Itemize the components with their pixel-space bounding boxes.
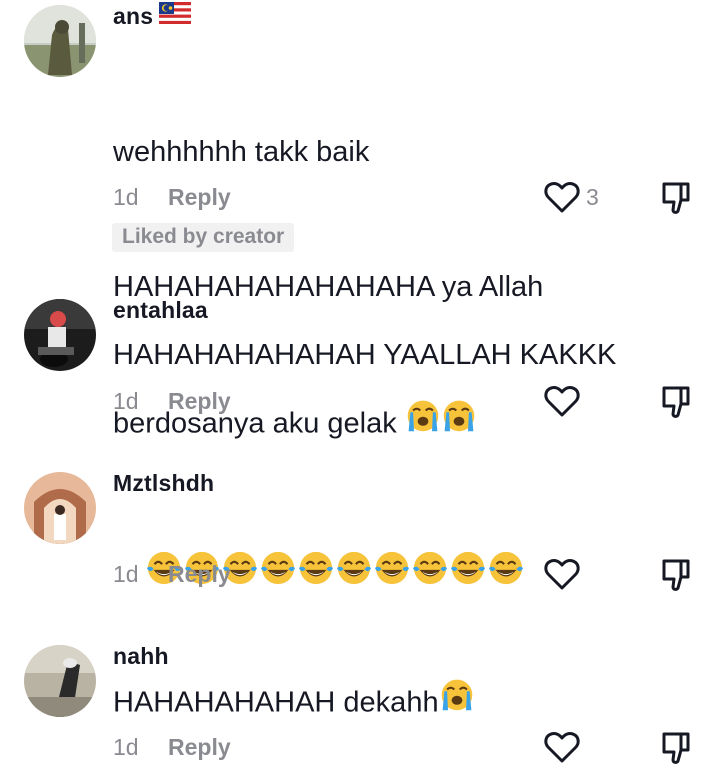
- comment-text: HAHAHAHAHAH dekahh: [113, 679, 673, 729]
- face-with-tears-of-joy-icon: [411, 549, 449, 601]
- heart-icon[interactable]: [541, 381, 585, 421]
- timestamp: 1d: [113, 388, 139, 414]
- timestamp: 1d: [113, 184, 139, 210]
- face-with-tears-of-joy-icon: [449, 549, 487, 601]
- dislike-icon[interactable]: [656, 382, 696, 422]
- comment-meta: 1d Reply: [113, 734, 231, 761]
- comment-text: HAHAHAHAHAHAH YAALLAH KAKKK: [113, 339, 617, 371]
- malaysia-flag-icon: [159, 1, 192, 30]
- face-with-tears-of-joy-icon: [297, 549, 335, 601]
- reply-button[interactable]: Reply: [168, 561, 231, 587]
- liked-by-creator-badge: Liked by creator: [112, 223, 295, 252]
- face-with-tears-of-joy-icon: [487, 549, 525, 601]
- dislike-icon[interactable]: [656, 728, 696, 768]
- username[interactable]: entahlaa: [113, 297, 208, 324]
- face-with-tears-of-joy-icon: [259, 549, 297, 601]
- loudly-crying-face-icon: [441, 397, 477, 447]
- dislike-icon[interactable]: [656, 178, 696, 218]
- dislike-icon[interactable]: [656, 555, 696, 595]
- username[interactable]: Mztlshdh: [113, 470, 214, 497]
- comment-meta: 1d Reply: [113, 388, 231, 415]
- username[interactable]: nahh: [113, 643, 169, 670]
- reply-button[interactable]: Reply: [168, 388, 231, 414]
- comment-text-content: HAHAHAHAHAH dekahh: [113, 686, 439, 719]
- comment-meta: 1d Reply: [113, 561, 231, 588]
- reply-button[interactable]: Reply: [168, 734, 231, 760]
- face-with-tears-of-joy-icon: [335, 549, 373, 601]
- avatar[interactable]: [24, 472, 96, 544]
- username-text[interactable]: ans: [113, 3, 153, 29]
- loudly-crying-face-icon: [405, 397, 441, 447]
- loudly-crying-face-icon: [439, 676, 475, 726]
- comment-line: wehhhhhh takk baik: [113, 136, 370, 168]
- avatar[interactable]: [24, 299, 96, 371]
- comment-text: wehhhhhh takk baik HAHAHAHAHAHAHAHA ya A…: [113, 40, 673, 540]
- like-count: 3: [586, 184, 599, 210]
- timestamp: 1d: [113, 734, 139, 760]
- reply-button[interactable]: Reply: [168, 184, 231, 210]
- avatar[interactable]: [24, 645, 96, 717]
- avatar[interactable]: [24, 5, 96, 77]
- heart-icon[interactable]: [541, 554, 585, 594]
- username[interactable]: ans: [113, 1, 192, 32]
- heart-icon[interactable]: [541, 177, 585, 217]
- comment-meta: 1d Reply: [113, 184, 231, 211]
- heart-icon[interactable]: [541, 727, 585, 767]
- timestamp: 1d: [113, 561, 139, 587]
- face-with-tears-of-joy-icon: [373, 549, 411, 601]
